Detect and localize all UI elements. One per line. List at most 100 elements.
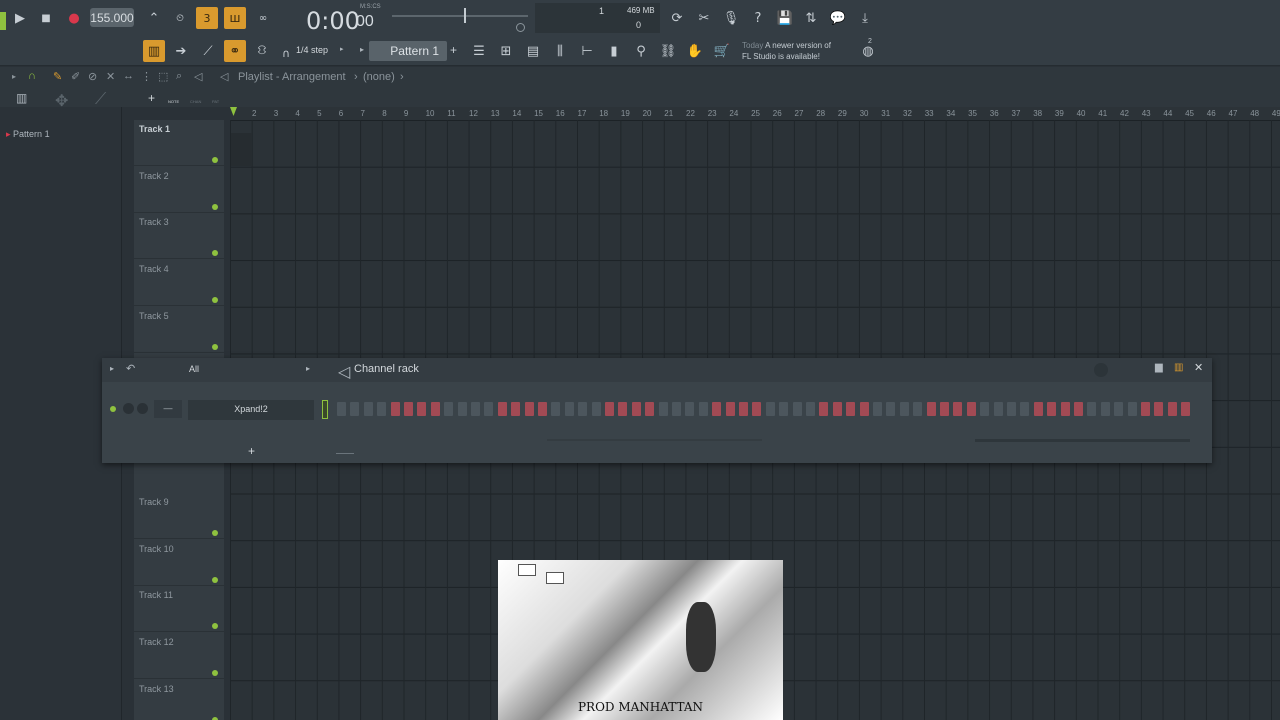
step-button[interactable] — [390, 402, 400, 416]
options-arrow-icon[interactable]: ▸ — [12, 72, 16, 81]
pattern-selector[interactable]: Pattern 1 — [369, 41, 447, 61]
step-button[interactable] — [752, 402, 762, 416]
track-mute-led[interactable] — [212, 670, 218, 677]
snap-menu-arrow-icon[interactable]: ▸ — [340, 45, 344, 53]
scrollbar-track[interactable] — [547, 439, 762, 441]
magnet-icon[interactable]: ∩ — [275, 42, 297, 64]
playback-icon[interactable]: ◁ — [194, 70, 202, 83]
track-header[interactable]: Track 13 — [134, 680, 224, 720]
track-mute-led[interactable] — [212, 297, 218, 304]
tab-note[interactable]: NOTE — [168, 99, 179, 104]
step-button[interactable] — [739, 402, 748, 416]
mute-icon[interactable]: ✕ — [106, 70, 115, 83]
step-button[interactable] — [913, 402, 923, 416]
delete-icon[interactable]: ⊘ — [88, 70, 97, 83]
add-track-button[interactable]: + — [148, 91, 155, 105]
link-icon[interactable]: ⚭ — [224, 40, 246, 62]
channel-rack-header[interactable]: ▸ ↶ All ▸ ◁ Channel rack ▆ ▥ ✕ — [102, 358, 1212, 382]
step-button[interactable] — [484, 402, 494, 416]
timeline-ruler[interactable]: 2 3 4 5 6 7 8 9 10 11 12 13 14 15 16 17 18 19 20 21 22 23 24 25… — [230, 107, 1280, 120]
step-button[interactable] — [645, 402, 655, 416]
step-button[interactable] — [350, 402, 360, 416]
step-button[interactable] — [471, 402, 480, 416]
track-header[interactable]: Track 2 — [134, 167, 224, 213]
browser-item[interactable]: ▸ Pattern 1 — [6, 129, 50, 140]
resize-handle[interactable] — [336, 453, 354, 454]
step-button[interactable] — [859, 402, 869, 416]
wait-icon[interactable]: ⏲ — [169, 7, 191, 29]
step-button[interactable] — [538, 402, 547, 416]
step-button[interactable] — [712, 402, 722, 416]
step-button[interactable] — [1020, 402, 1030, 416]
step-button[interactable] — [1114, 402, 1124, 416]
touch-icon[interactable]: ✋ — [684, 40, 706, 62]
help-icon[interactable]: ? — [747, 7, 769, 29]
step-button[interactable] — [846, 402, 856, 416]
mixer-icon[interactable]: ⫼ — [549, 40, 571, 62]
filter-dropdown[interactable]: All — [189, 364, 199, 374]
magnet-snap-icon[interactable]: ∩ — [28, 70, 36, 82]
step-button[interactable] — [698, 402, 708, 416]
step-sequencer-icon[interactable]: ▥ — [1174, 362, 1183, 373]
step-button[interactable] — [1074, 402, 1083, 416]
add-pattern-button[interactable]: + — [450, 43, 457, 57]
slice-icon[interactable]: ⋮ — [141, 70, 152, 83]
pattern-prev-icon[interactable]: ▸ — [360, 45, 364, 54]
step-button[interactable] — [430, 402, 440, 416]
step-button[interactable] — [792, 402, 802, 416]
channel-select-indicator[interactable] — [322, 400, 328, 419]
files-icon[interactable]: ▮ — [603, 40, 625, 62]
select-icon[interactable]: ⬚ — [158, 70, 168, 83]
step-button[interactable] — [819, 402, 829, 416]
track-mute-led[interactable] — [212, 530, 218, 536]
step-button[interactable] — [1141, 402, 1150, 416]
stamp-icon[interactable]: ⛻ — [251, 40, 273, 62]
swing-knob[interactable] — [1094, 363, 1108, 377]
step-button[interactable] — [511, 402, 521, 416]
draw-icon[interactable]: ⟋ — [197, 40, 219, 62]
step-button[interactable] — [1167, 402, 1177, 416]
track-header[interactable]: Track 11 — [134, 586, 224, 633]
track-header[interactable]: Track 4 — [134, 260, 224, 307]
step-button[interactable] — [940, 402, 949, 416]
track-mute-led[interactable] — [212, 157, 218, 163]
news-panel[interactable]: Today A newer version of FL Studio is av… — [742, 40, 852, 64]
menu-arrow-icon[interactable]: ▸ — [110, 364, 114, 373]
zoom-icon[interactable]: ⌕ — [176, 70, 182, 83]
plugin-icon[interactable]: ⚲ — [630, 40, 652, 62]
track-mute-led[interactable] — [212, 343, 218, 350]
step-button[interactable] — [980, 402, 990, 416]
step-button[interactable] — [337, 402, 346, 416]
step-button[interactable] — [953, 402, 963, 416]
pencil-icon[interactable]: ✎ — [53, 70, 62, 83]
mixer-link-icon[interactable]: ⇅ — [800, 7, 822, 29]
piano-roll-icon[interactable]: ⊞ — [495, 40, 517, 62]
track-header[interactable]: Track 1 — [134, 120, 224, 166]
mixer-track-selector[interactable]: — — [154, 400, 182, 418]
step-button[interactable] — [966, 402, 976, 416]
step-button[interactable] — [886, 402, 896, 416]
save-icon[interactable]: 💾 — [774, 7, 796, 29]
step-button[interactable] — [524, 402, 534, 416]
step-button[interactable] — [1181, 402, 1191, 416]
tab-pat[interactable]: PAT — [212, 99, 219, 104]
download-icon[interactable]: ⤓ — [854, 7, 876, 29]
step-button[interactable] — [672, 402, 681, 416]
chat-icon[interactable]: 💬 — [827, 7, 849, 29]
close-icon[interactable]: ✕ — [1194, 361, 1203, 374]
step-button[interactable] — [1087, 402, 1097, 416]
undo-history-icon[interactable]: ⟳ — [666, 7, 688, 29]
tab-chan[interactable]: CHAN — [190, 99, 201, 104]
track-mute-led[interactable] — [212, 203, 218, 210]
playlist-icon[interactable]: ☰ — [468, 40, 490, 62]
step-button[interactable] — [605, 402, 614, 416]
step-button[interactable] — [564, 402, 574, 416]
play-icon[interactable]: ▶ — [9, 7, 31, 29]
volume-knob[interactable] — [137, 403, 148, 414]
step-button[interactable] — [806, 402, 815, 416]
track-header[interactable]: Track 12 — [134, 633, 224, 680]
paint-icon[interactable]: ✐ — [71, 70, 80, 83]
pattern-clip[interactable] — [231, 133, 252, 166]
shop-icon[interactable]: 🛒 — [711, 40, 733, 62]
horizontal-scrollbar[interactable] — [975, 439, 1190, 442]
